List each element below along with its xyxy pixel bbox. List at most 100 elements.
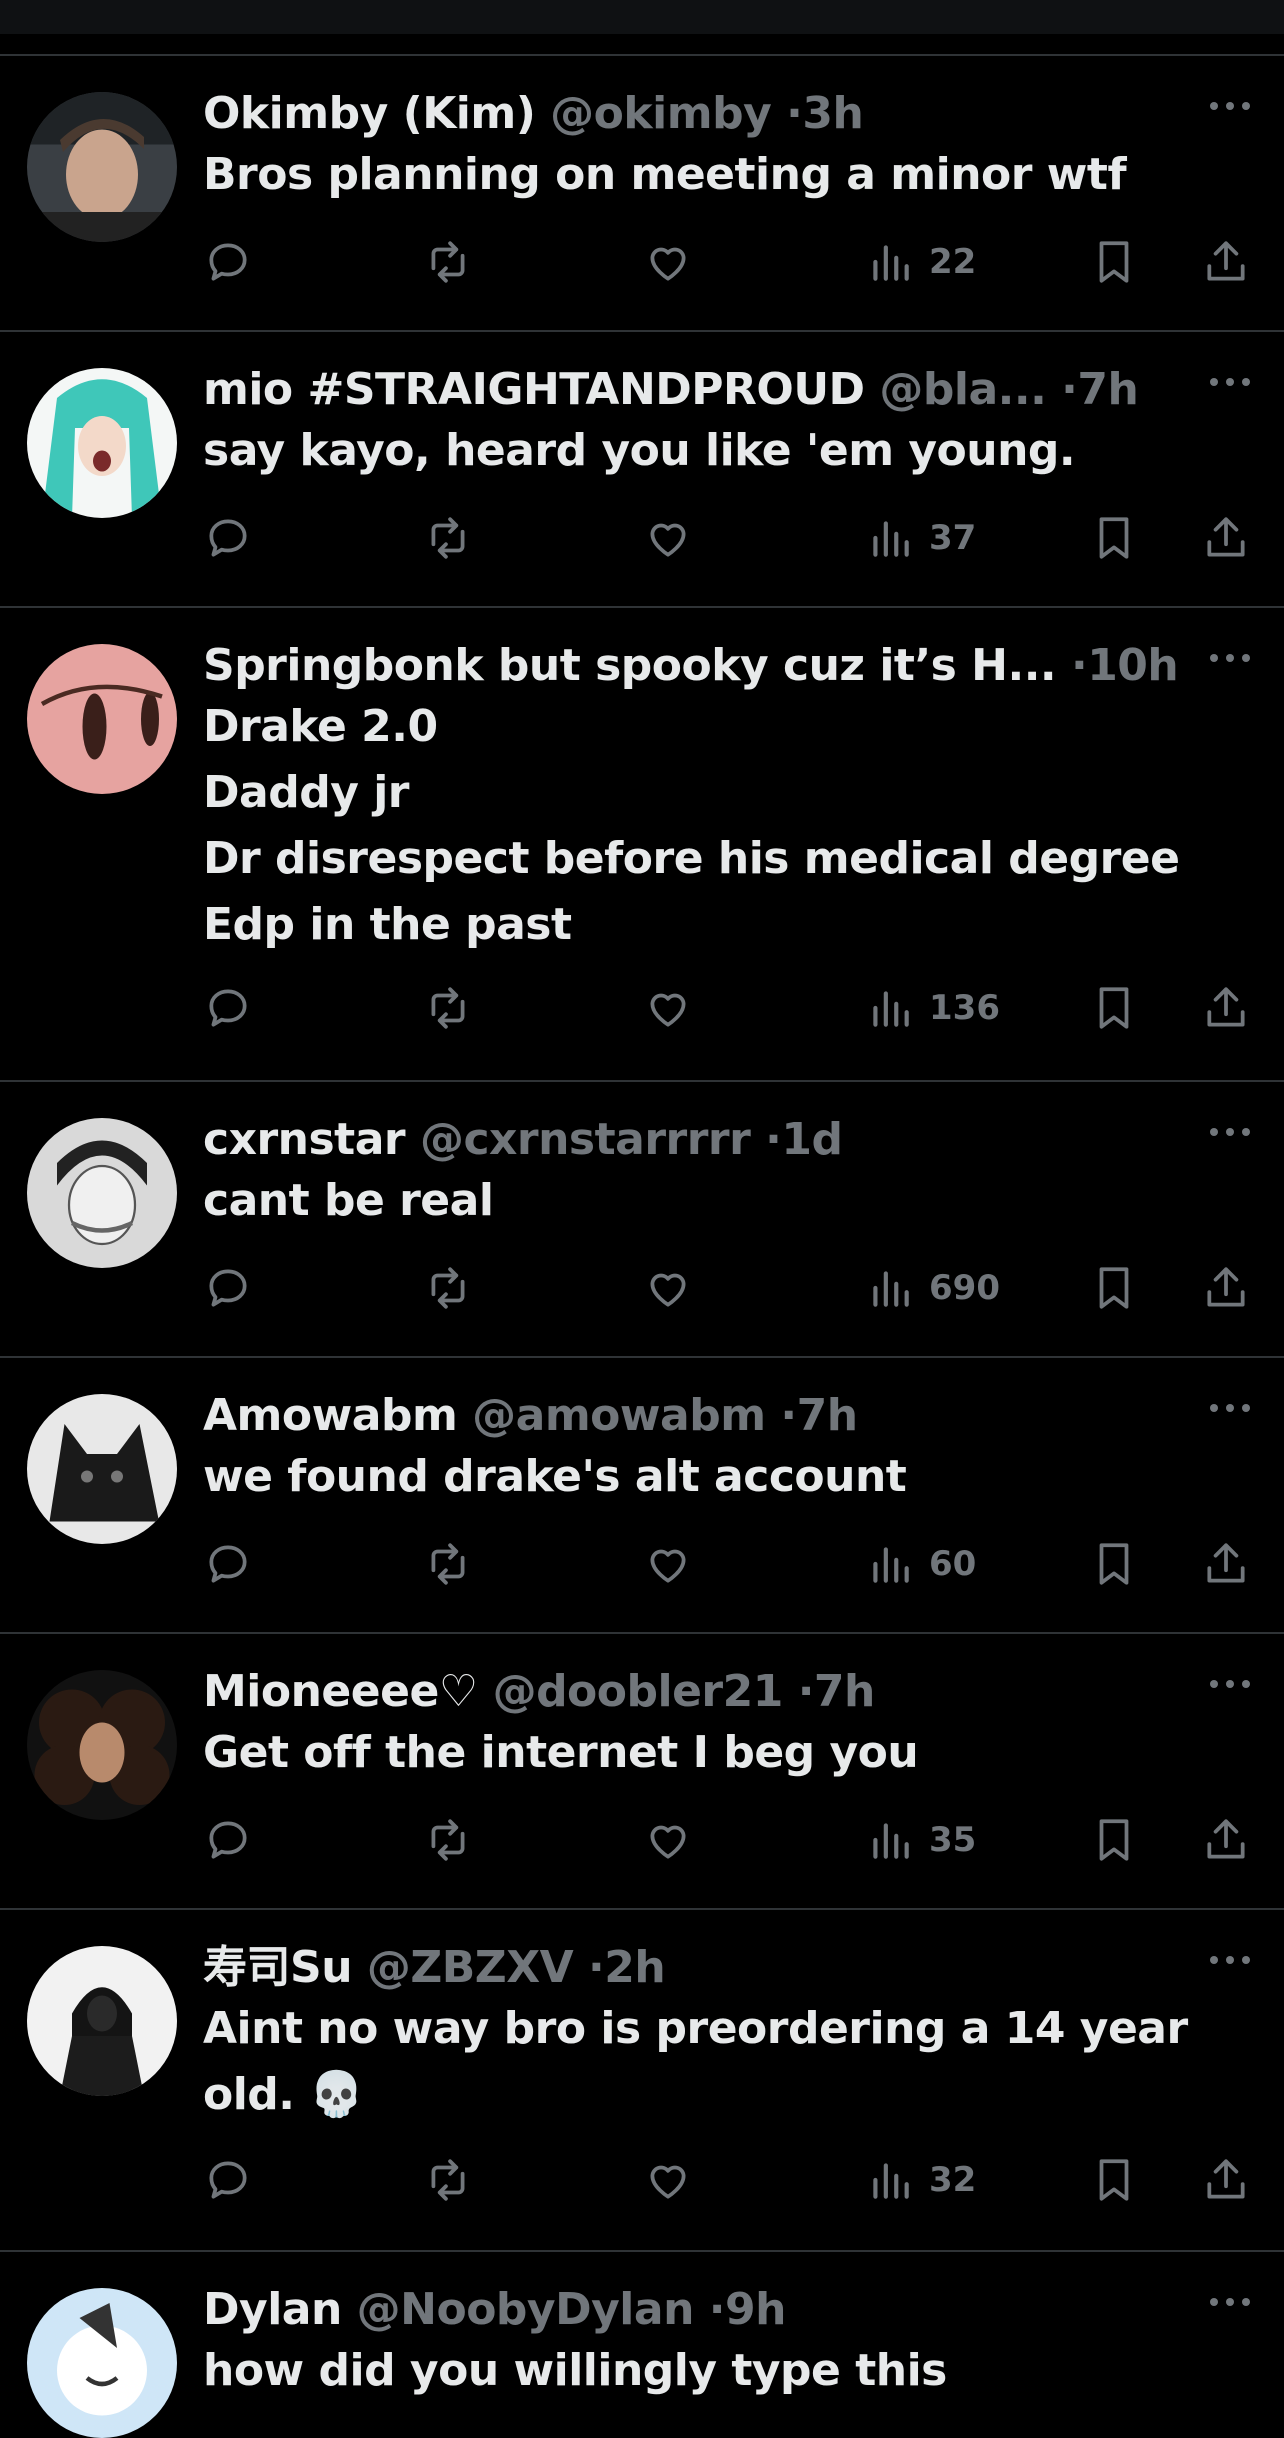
avatar[interactable] — [27, 1946, 177, 2096]
reply-post[interactable]: Dylan @NoobyDylan ·9h how did you willin… — [0, 2252, 1284, 2438]
share-button[interactable] — [1201, 1258, 1251, 1318]
handle[interactable]: @doobler21 — [493, 1666, 784, 1717]
like-button[interactable] — [643, 2150, 693, 2210]
heart-icon — [650, 247, 686, 281]
timestamp[interactable]: 9h — [725, 2284, 786, 2335]
like-button[interactable] — [643, 508, 693, 568]
avatar[interactable] — [27, 1118, 177, 1268]
reply-icon — [209, 519, 247, 557]
display-name[interactable]: Dylan — [203, 2284, 342, 2335]
handle[interactable]: @cxrnstarrrrr — [420, 1114, 751, 1165]
repost-button[interactable] — [423, 1534, 473, 1594]
bookmark-button[interactable] — [1089, 2150, 1139, 2210]
handle[interactable]: @amowabm — [472, 1390, 766, 1441]
bookmark-button[interactable] — [1089, 1258, 1139, 1318]
repost-button[interactable] — [423, 1258, 473, 1318]
timestamp[interactable]: 1d — [781, 1114, 843, 1165]
repost-button[interactable] — [423, 978, 473, 1038]
reply-button[interactable] — [203, 1534, 253, 1594]
avatar[interactable] — [27, 2288, 177, 2438]
handle[interactable]: @NoobyDylan — [357, 2284, 695, 2335]
display-name[interactable]: 寿司Su — [203, 1942, 353, 1993]
views-button[interactable]: 22 — [865, 232, 976, 292]
reply-button[interactable] — [203, 978, 253, 1038]
repost-button[interactable] — [423, 2150, 473, 2210]
display-name[interactable]: Mioneeee♡ — [203, 1666, 478, 1717]
more-options-icon[interactable] — [1206, 1398, 1254, 1418]
share-button[interactable] — [1201, 232, 1251, 292]
more-options-icon[interactable] — [1206, 372, 1254, 392]
repost-icon — [431, 1543, 465, 1585]
avatar[interactable] — [27, 1670, 177, 1820]
display-name[interactable]: Amowabm — [203, 1390, 458, 1441]
views-button[interactable]: 136 — [865, 978, 1000, 1038]
display-name[interactable]: Okimby (Kim) — [203, 88, 536, 139]
like-button[interactable] — [643, 1258, 693, 1318]
reply-button[interactable] — [203, 1810, 253, 1870]
display-name[interactable]: mio #STRAIGHTANDPROUD — [203, 364, 865, 415]
views-button[interactable]: 35 — [865, 1810, 976, 1870]
avatar[interactable] — [27, 92, 177, 242]
bookmark-button[interactable] — [1089, 1534, 1139, 1594]
share-button[interactable] — [1201, 1810, 1251, 1870]
handle[interactable]: @bla... — [879, 364, 1046, 415]
avatar[interactable] — [27, 644, 177, 794]
reply-post[interactable]: mio #STRAIGHTANDPROUD @bla... ·7h say ka… — [0, 332, 1284, 608]
repost-button[interactable] — [423, 508, 473, 568]
like-button[interactable] — [643, 1534, 693, 1594]
timestamp[interactable]: 7h — [797, 1390, 858, 1441]
separator: · — [780, 1390, 797, 1441]
reply-post[interactable]: Okimby (Kim) @okimby ·3h Bros planning o… — [0, 56, 1284, 332]
reply-post[interactable]: cxrnstar @cxrnstarrrrr ·1d cant be real … — [0, 1082, 1284, 1358]
handle[interactable]: @ZBZXV — [367, 1942, 574, 1993]
repost-button[interactable] — [423, 1810, 473, 1870]
bookmark-button[interactable] — [1089, 508, 1139, 568]
repost-button[interactable] — [423, 232, 473, 292]
reply-button[interactable] — [203, 508, 253, 568]
share-button[interactable] — [1201, 2150, 1251, 2210]
views-button[interactable]: 60 — [865, 1534, 976, 1594]
share-button[interactable] — [1201, 978, 1251, 1038]
more-options-icon[interactable] — [1206, 2292, 1254, 2312]
bookmark-button[interactable] — [1089, 1810, 1139, 1870]
more-options-icon[interactable] — [1206, 1950, 1254, 1970]
views-button[interactable]: 32 — [865, 2150, 976, 2210]
share-button[interactable] — [1201, 508, 1251, 568]
action-bar: 32 — [203, 2150, 1284, 2210]
reply-button[interactable] — [203, 1258, 253, 1318]
post-text-line: Aint no way bro is preordering a 14 year — [203, 2003, 1188, 2054]
reply-post[interactable]: Mioneeee♡ @doobler21 ·7h Get off the int… — [0, 1634, 1284, 1910]
bookmark-button[interactable] — [1089, 978, 1139, 1038]
bookmark-button[interactable] — [1089, 232, 1139, 292]
timestamp[interactable]: 10h — [1087, 640, 1179, 691]
reply-post[interactable]: Amowabm @amowabm ·7h we found drake's al… — [0, 1358, 1284, 1634]
like-button[interactable] — [643, 1810, 693, 1870]
more-options-icon[interactable] — [1206, 1674, 1254, 1694]
timestamp[interactable]: 2h — [604, 1942, 665, 1993]
timestamp[interactable]: 3h — [802, 88, 863, 139]
reply-button[interactable] — [203, 232, 253, 292]
views-button[interactable]: 690 — [865, 1258, 1000, 1318]
reply-button[interactable] — [203, 2150, 253, 2210]
separator: · — [588, 1942, 605, 1993]
timestamp[interactable]: 7h — [814, 1666, 875, 1717]
share-icon — [1207, 1819, 1245, 1859]
like-button[interactable] — [643, 232, 693, 292]
views-button[interactable]: 37 — [865, 508, 976, 568]
timestamp[interactable]: 7h — [1077, 364, 1138, 415]
more-options-icon[interactable] — [1206, 648, 1254, 668]
reply-post[interactable]: 寿司Su @ZBZXV ·2h Aint no way bro is preor… — [0, 1910, 1284, 2252]
more-options-icon[interactable] — [1206, 96, 1254, 116]
share-button[interactable] — [1201, 1534, 1251, 1594]
avatar[interactable] — [27, 1394, 177, 1544]
avatar[interactable] — [27, 368, 177, 518]
more-options-icon[interactable] — [1206, 1122, 1254, 1142]
reply-post[interactable]: Springbonk but spooky cuz it’s H... ·10h… — [0, 608, 1284, 1082]
share-icon — [1207, 987, 1245, 1027]
like-button[interactable] — [643, 978, 693, 1038]
display-name[interactable]: Springbonk but spooky cuz it’s H... — [203, 640, 1057, 691]
handle[interactable]: @okimby — [550, 88, 772, 139]
views-chart-icon — [873, 1823, 909, 1859]
display-name[interactable]: cxrnstar — [203, 1114, 406, 1165]
repost-icon — [431, 241, 465, 283]
